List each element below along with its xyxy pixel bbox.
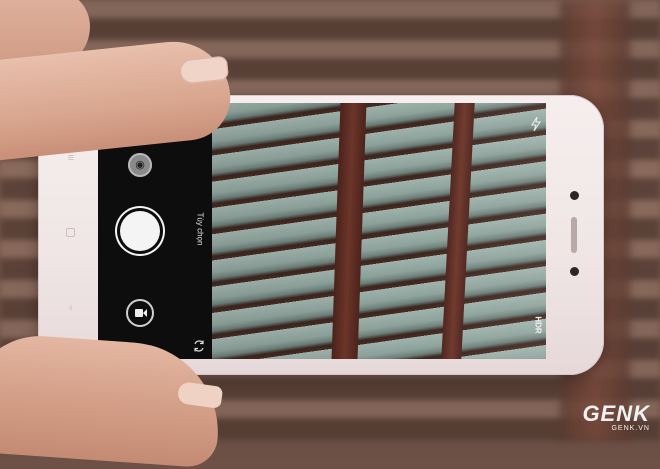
camera-viewfinder[interactable]	[212, 103, 546, 359]
watermark-logo: GENK	[582, 401, 650, 426]
earpiece	[571, 217, 577, 253]
proximity-sensor	[570, 267, 579, 276]
menu-icon[interactable]: ≡	[66, 153, 76, 164]
back-icon[interactable]: ‹	[66, 303, 76, 314]
video-camera-icon[interactable]	[126, 299, 154, 327]
shutter-button[interactable]	[120, 211, 160, 251]
hdr-toggle[interactable]: HDR	[534, 316, 543, 333]
flash-icon[interactable]	[530, 117, 542, 131]
gallery-thumbnail-icon[interactable]: ◉	[128, 153, 152, 177]
options-label[interactable]: Tùy chọn	[196, 213, 205, 246]
watermark-site: GENK.VN	[611, 425, 650, 432]
thumb-nail	[178, 55, 230, 85]
viewfinder-shade	[212, 103, 546, 359]
home-icon[interactable]	[66, 228, 75, 237]
front-camera	[570, 191, 579, 200]
watermark: GENK GENK.VN	[582, 401, 650, 433]
switch-camera-icon[interactable]	[192, 339, 206, 353]
